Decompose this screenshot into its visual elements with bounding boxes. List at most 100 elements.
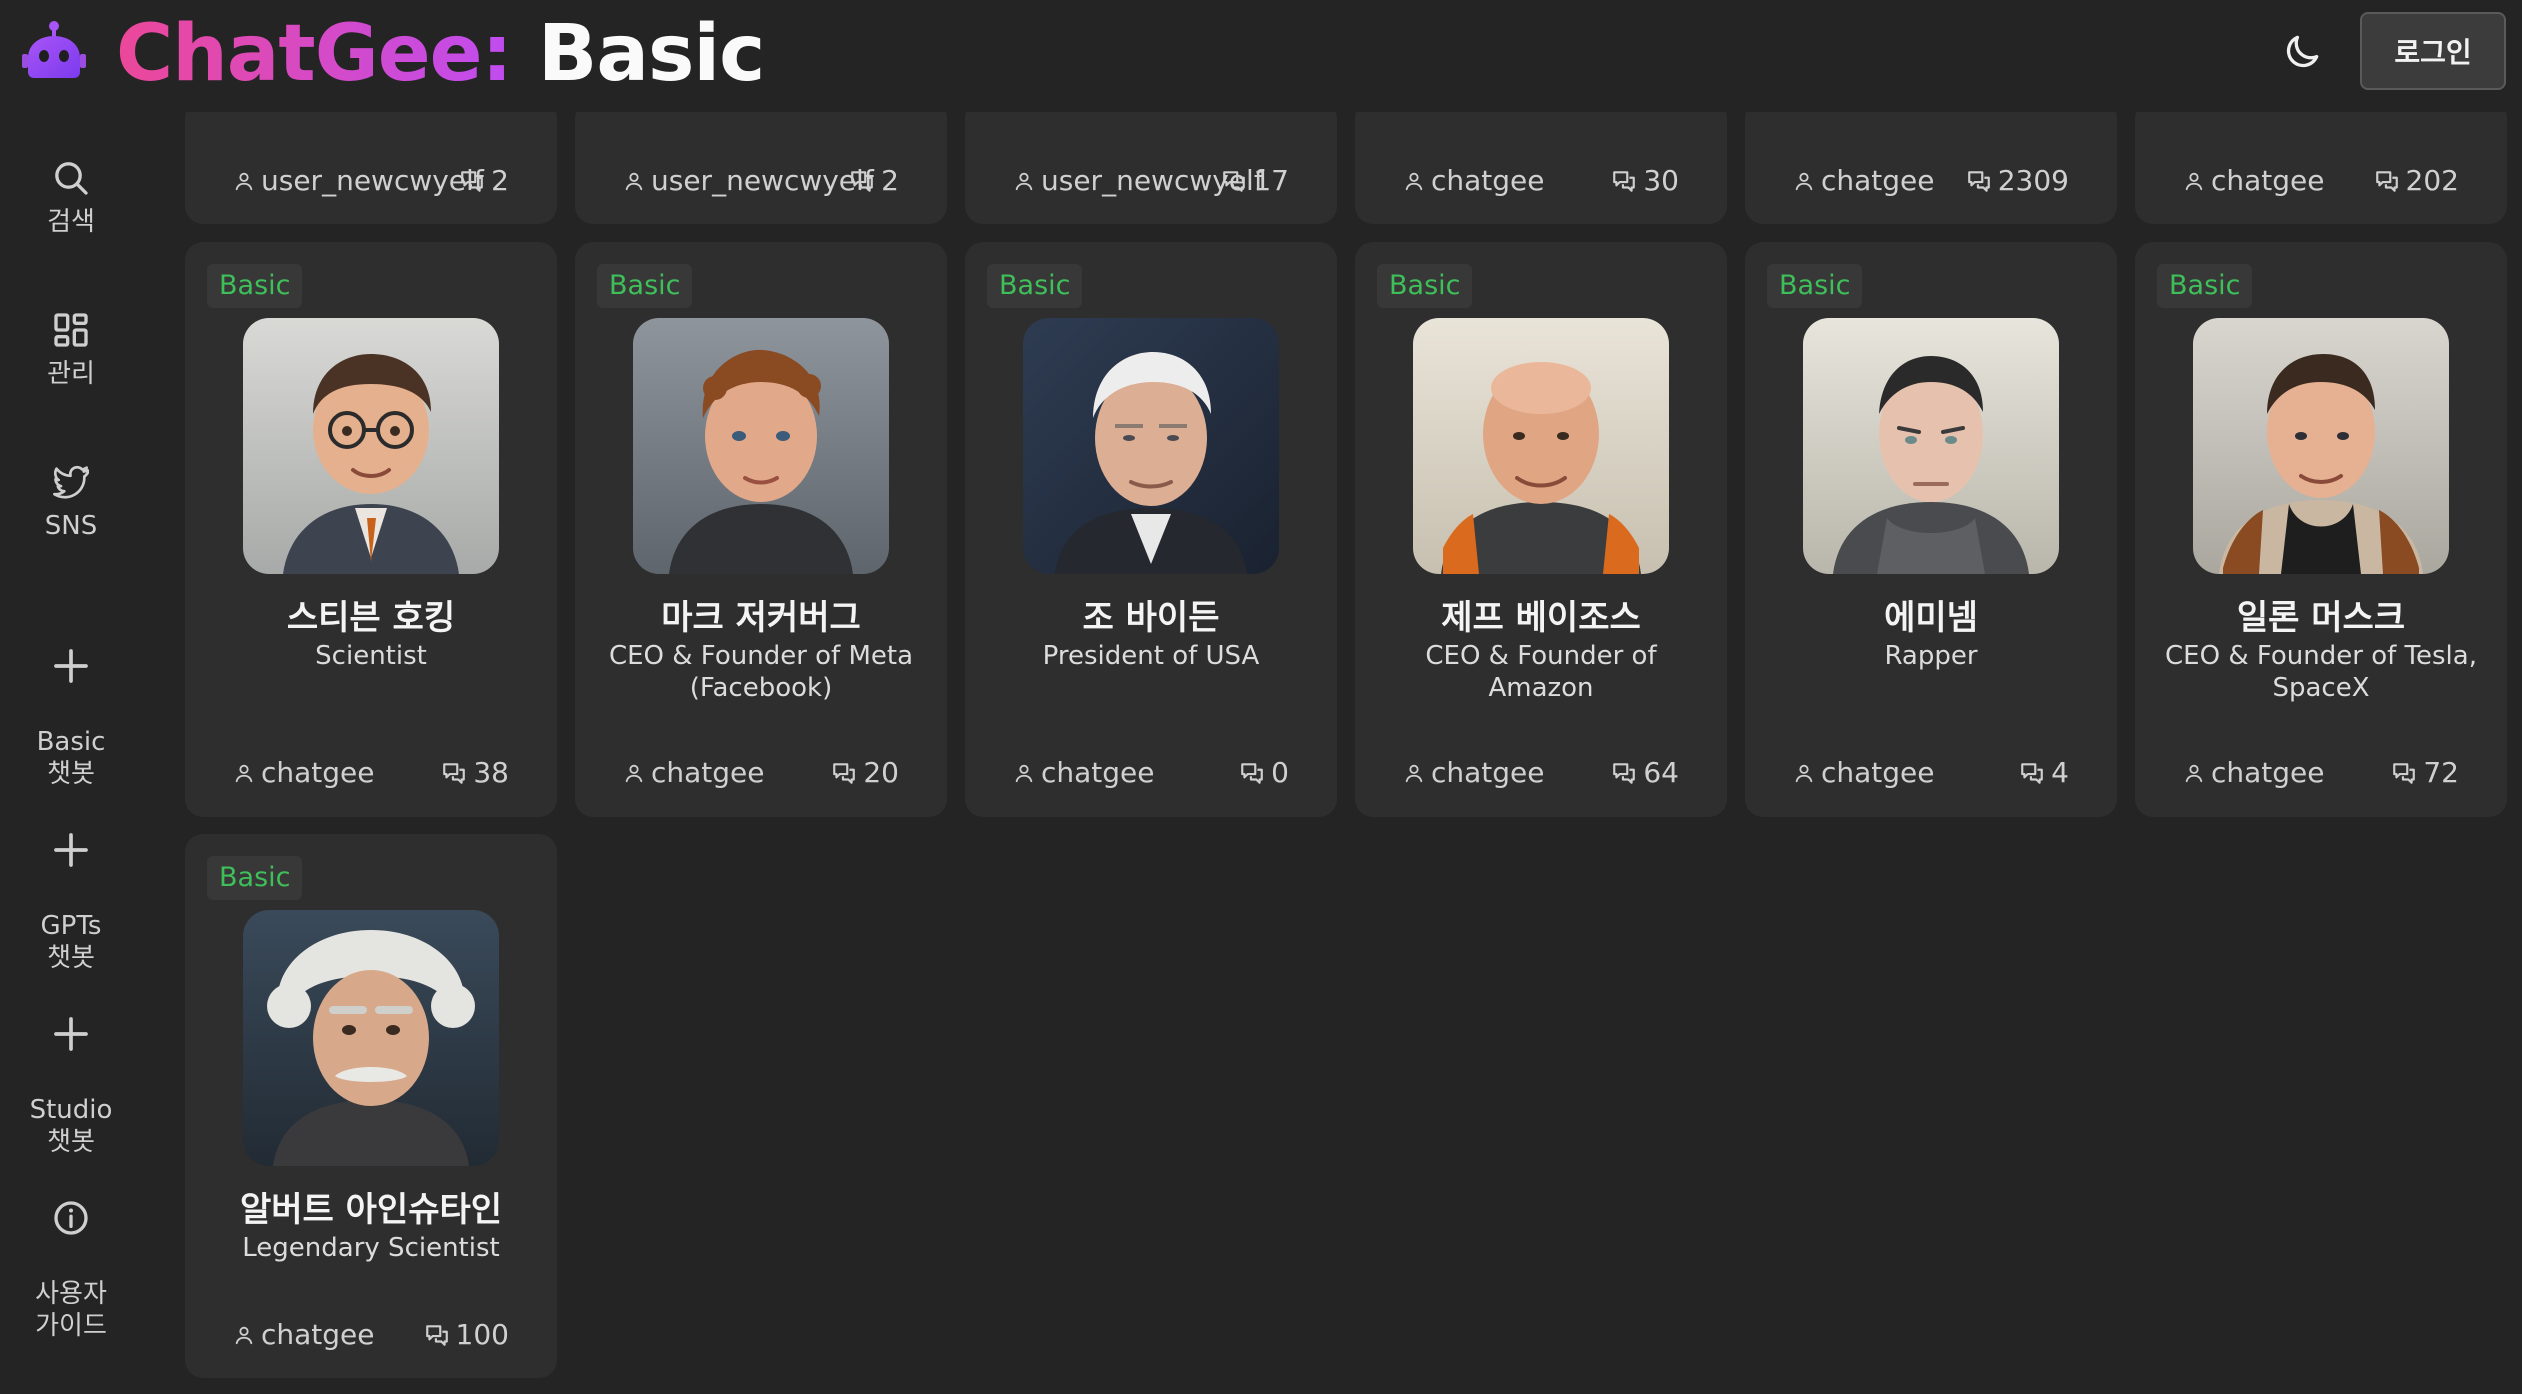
card-owner: user_newcwyelf [623,164,874,197]
chatbot-card[interactable]: Basic 알버트 아인슈타인 Legendary Scientist chat… [185,834,557,1378]
sidebar-item-basic-chatbot[interactable]: Basic 챗봇 [0,614,142,822]
card-description: CEO & Founder of Tesla, SpaceX [2165,641,2477,703]
chat-bubbles-icon [2374,168,2400,194]
user-icon [233,762,255,784]
moon-icon[interactable] [2280,30,2324,74]
chatbot-card[interactable]: Basic 제프 베이조스 CEO & Founder of Amazon ch… [1355,242,1727,817]
chatbot-card[interactable]: Basic 마크 저커버그 CEO & Founder of Meta (Fac… [575,242,947,817]
login-button[interactable]: 로그인 [2360,12,2506,90]
card-description: CEO & Founder of Meta (Facebook) [608,641,914,703]
card-meta: chatgee 100 [233,1318,509,1352]
chat-count: 17 [1253,164,1289,197]
plus-icon [51,646,91,686]
chat-bubbles-icon [849,168,875,194]
card-description: CEO & Founder of Amazon [1425,641,1657,703]
type-badge: Basic [207,264,303,308]
sidebar-item-studio-chatbot[interactable]: Studio 챗봇 [0,982,142,1190]
card-meta: chatgee 0 [1013,756,1289,790]
card-name: 일론 머스크 [2236,598,2406,638]
chat-bubbles-icon [2019,760,2045,786]
owner-name: chatgee [261,756,375,789]
chatbot-card[interactable]: Basic 일론 머스크 CEO & Founder of Tesla, Spa… [2135,242,2507,817]
chatbot-card[interactable]: user_newcwyelf 2 [185,100,557,224]
user-icon [233,1324,255,1346]
card-description: President of USA [1042,641,1260,671]
sidebar-item-user-guide[interactable]: 사용자 가이드 [0,1166,142,1374]
user-icon [623,170,645,192]
chatbot-card[interactable]: chatgee 30 [1355,100,1727,224]
grid-icon [54,313,88,347]
card-meta: chatgee 72 [2183,756,2459,790]
card-chat-count: 17 [1221,164,1289,197]
brand-prefix: ChatGee: [116,9,513,99]
card-chat-count: 100 [424,1318,509,1351]
sidebar-item-label: SNS [44,511,98,541]
user-icon [1403,170,1425,192]
sidebar-item-search[interactable]: 검색 [0,158,142,238]
chat-bubbles-icon [831,760,857,786]
avatar-mark-zuckerberg [633,318,889,574]
chatbot-card[interactable]: Basic 스티븐 호킹 Scientist chatgee 38 [185,242,557,817]
chat-bubbles-icon [1239,760,1265,786]
avatar-elon-musk [2193,318,2449,574]
chatbot-card[interactable]: Basic 조 바이든 President of USA chatgee 0 [965,242,1337,817]
owner-name: chatgee [261,1318,375,1351]
chatbot-card[interactable]: chatgee 2309 [1745,100,2117,224]
type-badge: Basic [987,264,1083,308]
sidebar-item-sns[interactable]: SNS [0,462,142,542]
type-badge: Basic [2157,264,2253,308]
sidebar-item-gpts-chatbot[interactable]: GPTs 챗봇 [0,798,142,1006]
card-chat-count: 72 [2391,756,2459,789]
type-badge: Basic [1377,264,1473,308]
chat-count: 2309 [1997,164,2069,197]
card-chat-count: 4 [2019,756,2069,789]
card-name: 조 바이든 [1082,598,1220,638]
robot-logo-icon[interactable] [22,20,86,82]
chatbot-card[interactable]: user_newcwyelf 17 [965,100,1337,224]
sidebar-item-label: GPTs 챗봇 [40,911,102,973]
user-icon [1013,762,1035,784]
card-name: 스티븐 호킹 [286,598,456,638]
card-owner: chatgee [1403,756,1545,789]
chat-bubbles-icon [2391,760,2417,786]
chat-bubbles-icon [1611,168,1637,194]
card-meta: user_newcwyelf 2 [233,164,509,198]
sidebar-item-label: 검색 [47,207,95,237]
user-icon [1793,762,1815,784]
chat-count: 2 [491,164,509,197]
chat-count: 100 [455,1318,509,1351]
card-owner: chatgee [1403,164,1545,197]
avatar-joe-biden [1023,318,1279,574]
chat-count: 30 [1643,164,1679,197]
avatar-eminem [1803,318,2059,574]
card-meta: chatgee 64 [1403,756,1679,790]
card-chat-count: 30 [1611,164,1679,197]
card-meta: chatgee 4 [1793,756,2069,790]
card-name: 에미넴 [1884,598,1978,638]
user-icon [1013,170,1035,192]
owner-name: chatgee [2211,164,2325,197]
chat-bubbles-icon [1966,168,1992,194]
card-meta: chatgee 20 [623,756,899,790]
card-chat-count: 0 [1239,756,1289,789]
card-chat-count: 64 [1611,756,1679,789]
card-owner: chatgee [233,1318,375,1351]
plus-icon [51,1014,91,1054]
owner-name: chatgee [1431,164,1545,197]
info-icon [54,1201,88,1235]
chatbot-card[interactable]: user_newcwyelf 2 [575,100,947,224]
chat-bubbles-icon [1221,168,1247,194]
avatar-jeff-bezos [1413,318,1669,574]
avatar-stephen-hawking [243,318,499,574]
chat-count: 4 [2051,756,2069,789]
card-owner: chatgee [2183,164,2325,197]
card-owner: chatgee [233,756,375,789]
chatbot-card[interactable]: Basic 에미넴 Rapper chatgee 4 [1745,242,2117,817]
card-name: 제프 베이조스 [1441,598,1641,638]
card-chat-count: 2 [849,164,899,197]
sidebar-item-manage[interactable]: 관리 [0,310,142,390]
card-meta: user_newcwyelf 17 [1013,164,1289,198]
chatbot-card[interactable]: chatgee 202 [2135,100,2507,224]
brand-title[interactable]: ChatGee: Basic [116,6,765,102]
sidebar-item-label: Basic 챗봇 [36,727,106,789]
